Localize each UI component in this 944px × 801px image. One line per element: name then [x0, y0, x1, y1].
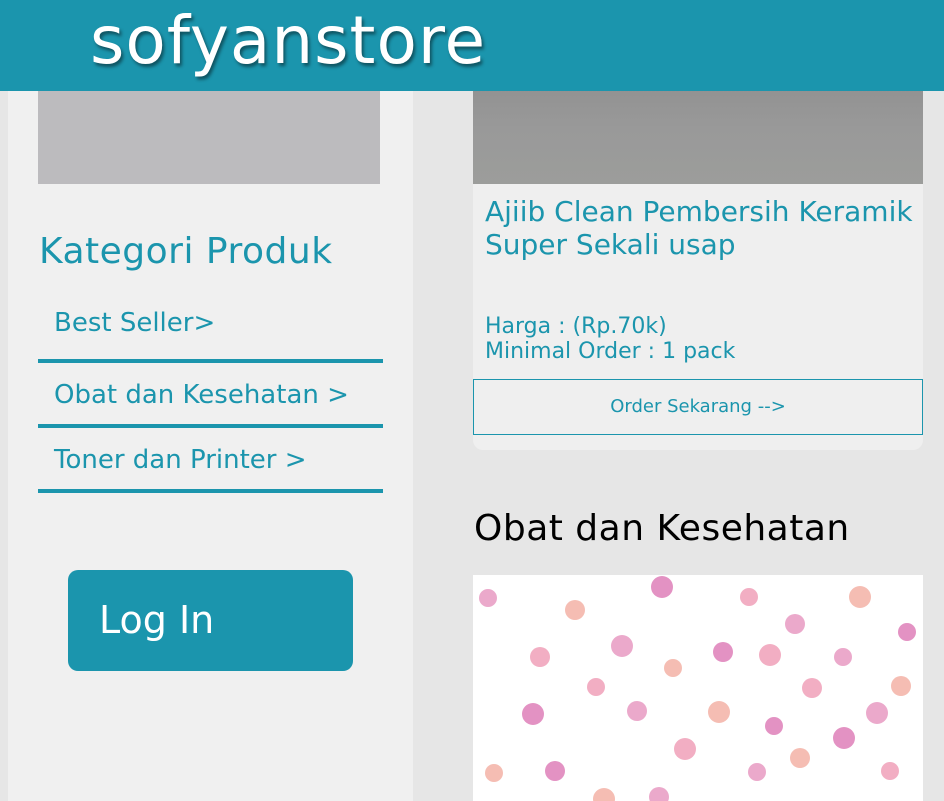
sidebar-banner-image [38, 91, 380, 184]
decorative-dot [740, 588, 758, 606]
section-title: Obat dan Kesehatan [474, 508, 850, 549]
decorative-dot [545, 761, 565, 781]
decorative-dot [790, 748, 810, 768]
decorative-dot [611, 635, 633, 657]
decorative-dot [785, 614, 805, 634]
decorative-dot [674, 738, 696, 760]
decorative-dot [593, 788, 615, 801]
decorative-dot [485, 764, 503, 782]
login-button[interactable]: Log In [68, 570, 353, 671]
decorative-dot [834, 648, 852, 666]
order-now-button[interactable]: Order Sekarang --> [473, 379, 923, 435]
decorative-dot [664, 659, 682, 677]
decorative-dot [849, 586, 871, 608]
decorative-dot [522, 703, 544, 725]
decorative-dot [898, 623, 916, 641]
decorative-dot [651, 576, 673, 598]
category-link-toner-printer[interactable]: Toner dan Printer > [38, 428, 383, 493]
site-header: sofyanstore [0, 0, 944, 91]
decorative-dot [765, 717, 783, 735]
category-title: Kategori Produk [39, 231, 333, 272]
decorative-dot [713, 642, 733, 662]
product-title[interactable]: Ajiib Clean Pembersih Keramik Super Seka… [485, 195, 915, 261]
decorative-dot [866, 702, 888, 724]
decorative-dot [627, 701, 647, 721]
section-product-image[interactable] [473, 575, 923, 801]
category-link-best-seller[interactable]: Best Seller> [38, 298, 383, 363]
site-logo[interactable]: sofyanstore [90, 0, 486, 86]
product-card: Ajiib Clean Pembersih Keramik Super Seka… [473, 60, 923, 450]
product-price: Harga : (Rp.70k) [485, 314, 667, 339]
decorative-dot [833, 727, 855, 749]
category-link-obat-kesehatan[interactable]: Obat dan Kesehatan > [38, 363, 383, 428]
decorative-dot [479, 589, 497, 607]
decorative-dot [530, 647, 550, 667]
product-min-order: Minimal Order : 1 pack [485, 339, 736, 364]
decorative-dot [891, 676, 911, 696]
decorative-dot [881, 762, 899, 780]
decorative-dot [649, 787, 669, 801]
product-info: Harga : (Rp.70k) Minimal Order : 1 pack [485, 314, 735, 364]
decorative-dot [587, 678, 605, 696]
decorative-dot [748, 763, 766, 781]
decorative-dot [565, 600, 585, 620]
decorative-dot [708, 701, 730, 723]
decorative-dot [802, 678, 822, 698]
decorative-dot [759, 644, 781, 666]
category-list: Best Seller> Obat dan Kesehatan > Toner … [38, 298, 383, 493]
sidebar: Kategori Produk Best Seller> Obat dan Ke… [8, 91, 413, 801]
polka-dot-pattern [479, 576, 916, 801]
